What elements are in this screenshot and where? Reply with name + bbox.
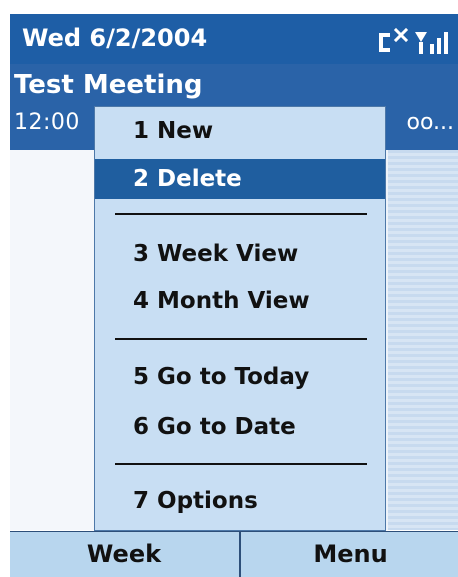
busy-time-bar	[388, 150, 458, 530]
week-softkey[interactable]: Week	[10, 532, 238, 577]
softkey-bar: Week Menu	[10, 531, 458, 577]
date-title: Wed 6/2/2004	[22, 24, 208, 52]
menu-item-go-to-today[interactable]: 5 Go to Today	[95, 357, 385, 397]
menu-item-month-view[interactable]: 4 Month View	[95, 281, 385, 321]
appointment-title: Test Meeting	[14, 70, 203, 100]
context-menu: 1 New 2 Delete 3 Week View 4 Month View …	[94, 106, 386, 531]
menu-item-week-view[interactable]: 3 Week View	[95, 234, 385, 274]
title-bar: Wed 6/2/2004	[10, 14, 458, 64]
menu-separator	[115, 463, 367, 465]
menu-separator	[115, 213, 367, 215]
status-icons[interactable]	[372, 24, 450, 58]
pocketpc-calendar-screen: Wed 6/2/2004 Test Meeting 12:00 oo... 1 …	[0, 0, 458, 577]
menu-item-go-to-date[interactable]: 6 Go to Date	[95, 407, 385, 447]
time-gutter	[10, 150, 95, 530]
screen-frame	[0, 0, 10, 577]
menu-item-delete[interactable]: 2 Delete	[95, 159, 385, 199]
appointment-time: 12:00	[14, 110, 80, 135]
menu-separator	[115, 338, 367, 340]
connectivity-off-icon	[379, 27, 448, 54]
menu-item-new[interactable]: 1 New	[95, 111, 385, 151]
menu-softkey[interactable]: Menu	[239, 532, 458, 577]
appointment-location: oo...	[406, 110, 454, 135]
menu-item-options[interactable]: 7 Options	[95, 481, 385, 521]
